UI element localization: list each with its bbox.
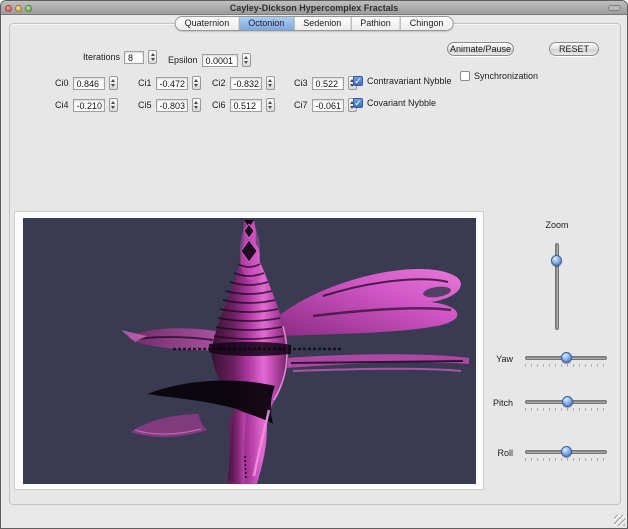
tab-octonion[interactable]: Octonion (238, 17, 293, 30)
animate-pause-button[interactable]: Animate/Pause (447, 42, 514, 56)
stepper-down-icon (151, 58, 155, 61)
fractal-image (23, 218, 476, 484)
ci0-label: Ci0 (55, 78, 69, 88)
stepper-down-icon (194, 84, 198, 87)
ci4-field-group: Ci4 -0.210 (55, 98, 118, 112)
ci1-field-group: Ci1 -0.472 (138, 76, 201, 90)
contravariant-label: Contravariant Nybble (367, 76, 452, 86)
stepper-up-icon (268, 79, 272, 82)
ci4-label: Ci4 (55, 100, 69, 110)
ci5-stepper[interactable] (192, 98, 201, 112)
ci7-field-group: Ci7 -0.061 (294, 98, 357, 112)
ci2-input[interactable]: -0.832 (230, 77, 262, 90)
checkmark-icon: ✓ (354, 99, 362, 108)
epsilon-input[interactable]: 0.0001 (202, 54, 238, 67)
ci4-input[interactable]: -0.210 (73, 99, 105, 112)
ci2-field-group: Ci2 -0.832 (212, 76, 275, 90)
ci6-label: Ci6 (212, 100, 226, 110)
stepper-down-icon (268, 106, 272, 109)
ci7-input[interactable]: -0.061 (312, 99, 344, 112)
zoom-slider-label: Zoom (539, 220, 575, 230)
ci4-stepper[interactable] (109, 98, 118, 112)
tab-chingon[interactable]: Chingon (400, 17, 453, 30)
stepper-down-icon (268, 84, 272, 87)
stepper-down-icon (111, 106, 115, 109)
covariant-checkbox-group: ✓ Covariant Nybble (353, 98, 436, 108)
covariant-checkbox[interactable]: ✓ (353, 98, 363, 108)
app-window: Cayley-Dickson Hypercomplex Fractals Qua… (0, 0, 628, 529)
stepper-up-icon (111, 79, 115, 82)
synchronization-checkbox[interactable]: ✓ (460, 71, 470, 81)
ci6-field-group: Ci6 0.512 (212, 98, 275, 112)
reset-button[interactable]: RESET (549, 42, 599, 56)
ci0-input[interactable]: 0.846 (73, 77, 105, 90)
iterations-label: Iterations (83, 52, 120, 62)
roll-slider-ticks (525, 458, 607, 461)
window-title: Cayley-Dickson Hypercomplex Fractals (1, 3, 627, 13)
iterations-stepper[interactable] (148, 50, 157, 64)
epsilon-field-group: Epsilon 0.0001 (168, 53, 251, 67)
stepper-up-icon (194, 101, 198, 104)
toolbar-toggle-button[interactable] (608, 5, 621, 11)
resize-grip[interactable] (614, 515, 625, 526)
yaw-slider-ticks (525, 364, 607, 367)
ci0-stepper[interactable] (109, 76, 118, 90)
stepper-up-icon (194, 79, 198, 82)
pitch-slider-ticks (525, 408, 607, 411)
fractal-type-tabs: Quaternion Octonion Sedenion Pathion Chi… (175, 16, 454, 31)
ci6-input[interactable]: 0.512 (230, 99, 262, 112)
tab-quaternion[interactable]: Quaternion (176, 17, 239, 30)
tab-pathion[interactable]: Pathion (350, 17, 400, 30)
ci5-field-group: Ci5 -0.803 (138, 98, 201, 112)
ci1-input[interactable]: -0.472 (156, 77, 188, 90)
yaw-slider-label: Yaw (487, 354, 513, 364)
ci0-field-group: Ci0 0.846 (55, 76, 118, 90)
stepper-up-icon (151, 53, 155, 56)
contravariant-checkbox[interactable]: ✓ (353, 76, 363, 86)
stepper-down-icon (111, 84, 115, 87)
checkmark-icon: ✓ (354, 77, 362, 86)
ci6-stepper[interactable] (266, 98, 275, 112)
stepper-down-icon (194, 106, 198, 109)
contravariant-checkbox-group: ✓ Contravariant Nybble (353, 76, 452, 86)
ci1-stepper[interactable] (192, 76, 201, 90)
ci5-input[interactable]: -0.803 (156, 99, 188, 112)
stepper-up-icon (244, 56, 248, 59)
ci7-label: Ci7 (294, 100, 308, 110)
covariant-label: Covariant Nybble (367, 98, 436, 108)
yaw-slider-thumb[interactable] (561, 352, 572, 363)
iterations-input[interactable]: 8 (124, 51, 144, 64)
render-viewport[interactable] (23, 218, 476, 484)
roll-slider-thumb[interactable] (561, 446, 572, 457)
epsilon-stepper[interactable] (242, 53, 251, 67)
ci5-label: Ci5 (138, 100, 152, 110)
ci3-field-group: Ci3 0.522 (294, 76, 357, 90)
stepper-up-icon (111, 101, 115, 104)
render-frame (14, 211, 484, 490)
ci3-input[interactable]: 0.522 (312, 77, 344, 90)
pitch-slider-label: Pitch (487, 398, 513, 408)
epsilon-label: Epsilon (168, 55, 198, 65)
stepper-up-icon (268, 101, 272, 104)
pitch-slider-thumb[interactable] (562, 396, 573, 407)
synchronization-checkbox-group: ✓ Synchronization (460, 71, 538, 81)
synchronization-label: Synchronization (474, 71, 538, 81)
roll-slider-label: Roll (487, 448, 513, 458)
stepper-down-icon (244, 61, 248, 64)
ci2-label: Ci2 (212, 78, 226, 88)
ci3-label: Ci3 (294, 78, 308, 88)
zoom-slider-thumb[interactable] (551, 255, 562, 266)
title-bar: Cayley-Dickson Hypercomplex Fractals (1, 1, 627, 15)
iterations-field-group: Iterations 8 (83, 50, 157, 64)
ci1-label: Ci1 (138, 78, 152, 88)
ci2-stepper[interactable] (266, 76, 275, 90)
tab-sedenion[interactable]: Sedenion (293, 17, 350, 30)
